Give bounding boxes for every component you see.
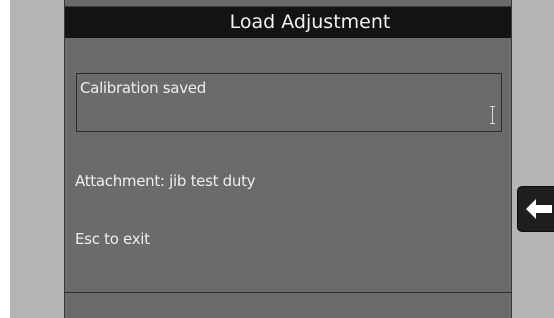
arrow-left-icon bbox=[526, 199, 552, 219]
back-button[interactable] bbox=[517, 186, 554, 232]
text-cursor-icon bbox=[490, 106, 495, 124]
exit-hint: Esc to exit bbox=[75, 230, 150, 248]
attachment-label: Attachment: jib test duty bbox=[75, 172, 256, 190]
right-bezel bbox=[512, 0, 554, 318]
message-box: Calibration saved bbox=[76, 73, 502, 132]
left-bezel bbox=[10, 0, 64, 318]
page-title: Load Adjustment bbox=[65, 6, 511, 38]
bottom-divider bbox=[65, 292, 511, 293]
status-message: Calibration saved bbox=[80, 79, 206, 97]
display-screen: Load Adjustment Calibration saved Attach… bbox=[64, 0, 512, 318]
